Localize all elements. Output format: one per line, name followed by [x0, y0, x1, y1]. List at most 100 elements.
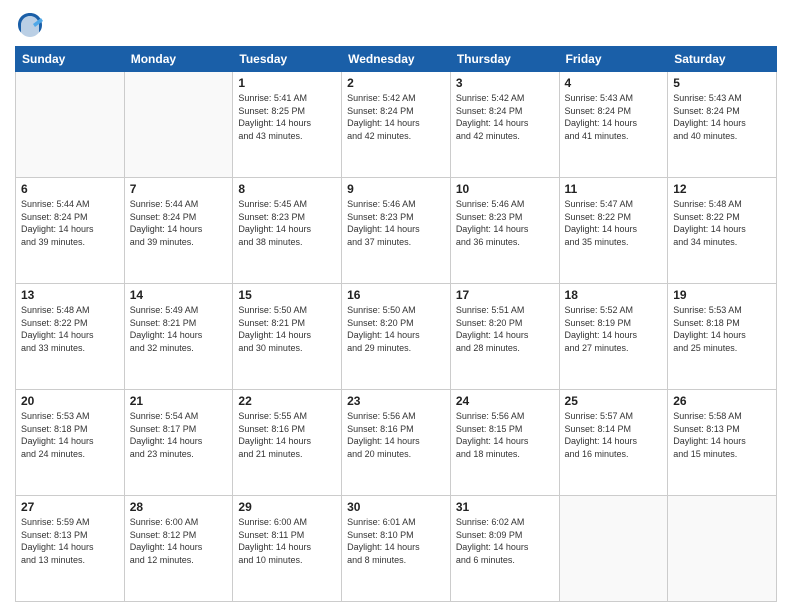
calendar-cell: 29Sunrise: 6:00 AM Sunset: 8:11 PM Dayli…: [233, 496, 342, 602]
calendar-cell: [124, 72, 233, 178]
calendar-cell: 11 Sunrise: 5:47 AM Sunset: 8:22 PM Dayli…: [559, 178, 668, 284]
day-number: 9: [347, 182, 445, 196]
calendar-cell: 2 Sunrise: 5:42 AM Sunset: 8:24 PM Daylig…: [342, 72, 451, 178]
day-number: 3: [456, 76, 554, 90]
day-number: 1: [238, 76, 336, 90]
day-number: 31: [456, 500, 554, 514]
day-info: Sunrise: 5:47 AM Sunset: 8:22 PM Dayligh…: [565, 198, 663, 248]
day-number: 19: [673, 288, 771, 302]
day-number: 18: [565, 288, 663, 302]
day-number: 22: [238, 394, 336, 408]
day-number: 26: [673, 394, 771, 408]
calendar-week-row: 6 Sunrise: 5:44 AM Sunset: 8:24 PM Daylig…: [16, 178, 777, 284]
calendar-cell: 24 Sunrise: 5:56 AM Sunset: 8:15 PM Dayli…: [450, 390, 559, 496]
day-number: 12: [673, 182, 771, 196]
day-info: Sunrise: 5:44 AM Sunset: 8:24 PM Dayligh…: [21, 198, 119, 248]
day-info: Sunrise: 5:59 AM Sunset: 8:13 PM Dayligh…: [21, 516, 119, 566]
day-info: Sunrise: 5:56 AM Sunset: 8:15 PM Dayligh…: [456, 410, 554, 460]
day-info: Sunrise: 5:42 AM Sunset: 8:24 PM Dayligh…: [456, 92, 554, 142]
day-number: 17: [456, 288, 554, 302]
day-number: 29: [238, 500, 336, 514]
calendar-week-row: 1 Sunrise: 5:41 AM Sunset: 8:25 PM Daylig…: [16, 72, 777, 178]
calendar-cell: 21Sunrise: 5:54 AM Sunset: 8:17 PM Dayli…: [124, 390, 233, 496]
calendar-cell: 28 Sunrise: 6:00 AM Sunset: 8:12 PM Dayli…: [124, 496, 233, 602]
calendar-cell: 10Sunrise: 5:46 AM Sunset: 8:23 PM Dayli…: [450, 178, 559, 284]
calendar-header-row: SundayMondayTuesdayWednesdayThursdayFrid…: [16, 47, 777, 72]
calendar-cell: 3 Sunrise: 5:42 AM Sunset: 8:24 PM Daylig…: [450, 72, 559, 178]
day-info: Sunrise: 5:50 AM Sunset: 8:20 PM Dayligh…: [347, 304, 445, 354]
day-info: Sunrise: 5:45 AM Sunset: 8:23 PM Dayligh…: [238, 198, 336, 248]
weekday-header: Thursday: [450, 47, 559, 72]
day-info: Sunrise: 5:49 AM Sunset: 8:21 PM Dayligh…: [130, 304, 228, 354]
day-number: 27: [21, 500, 119, 514]
logo: [15, 10, 49, 40]
day-number: 8: [238, 182, 336, 196]
day-number: 28: [130, 500, 228, 514]
day-info: Sunrise: 5:50 AM Sunset: 8:21 PM Dayligh…: [238, 304, 336, 354]
weekday-header: Wednesday: [342, 47, 451, 72]
calendar-cell: 18 Sunrise: 5:52 AM Sunset: 8:19 PM Dayli…: [559, 284, 668, 390]
day-number: 14: [130, 288, 228, 302]
calendar-cell: 4Sunrise: 5:43 AM Sunset: 8:24 PM Daylig…: [559, 72, 668, 178]
calendar-cell: 13 Sunrise: 5:48 AM Sunset: 8:22 PM Dayli…: [16, 284, 125, 390]
calendar-cell: 30 Sunrise: 6:01 AM Sunset: 8:10 PM Dayli…: [342, 496, 451, 602]
day-info: Sunrise: 5:51 AM Sunset: 8:20 PM Dayligh…: [456, 304, 554, 354]
day-number: 25: [565, 394, 663, 408]
day-info: Sunrise: 6:01 AM Sunset: 8:10 PM Dayligh…: [347, 516, 445, 566]
day-info: Sunrise: 6:02 AM Sunset: 8:09 PM Dayligh…: [456, 516, 554, 566]
day-number: 24: [456, 394, 554, 408]
day-number: 7: [130, 182, 228, 196]
calendar: SundayMondayTuesdayWednesdayThursdayFrid…: [15, 46, 777, 602]
calendar-cell: 17 Sunrise: 5:51 AM Sunset: 8:20 PM Dayli…: [450, 284, 559, 390]
calendar-cell: 6 Sunrise: 5:44 AM Sunset: 8:24 PM Daylig…: [16, 178, 125, 284]
day-info: Sunrise: 5:48 AM Sunset: 8:22 PM Dayligh…: [673, 198, 771, 248]
day-info: Sunrise: 6:00 AM Sunset: 8:12 PM Dayligh…: [130, 516, 228, 566]
weekday-header: Tuesday: [233, 47, 342, 72]
day-number: 13: [21, 288, 119, 302]
day-info: Sunrise: 5:43 AM Sunset: 8:24 PM Dayligh…: [565, 92, 663, 142]
day-info: Sunrise: 5:46 AM Sunset: 8:23 PM Dayligh…: [347, 198, 445, 248]
day-number: 16: [347, 288, 445, 302]
calendar-cell: [16, 72, 125, 178]
calendar-cell: 26 Sunrise: 5:58 AM Sunset: 8:13 PM Dayli…: [668, 390, 777, 496]
calendar-cell: 22 Sunrise: 5:55 AM Sunset: 8:16 PM Dayli…: [233, 390, 342, 496]
calendar-cell: 16 Sunrise: 5:50 AM Sunset: 8:20 PM Dayli…: [342, 284, 451, 390]
day-number: 20: [21, 394, 119, 408]
weekday-header: Saturday: [668, 47, 777, 72]
day-info: Sunrise: 5:41 AM Sunset: 8:25 PM Dayligh…: [238, 92, 336, 142]
calendar-cell: 7Sunrise: 5:44 AM Sunset: 8:24 PM Daylig…: [124, 178, 233, 284]
day-info: Sunrise: 5:55 AM Sunset: 8:16 PM Dayligh…: [238, 410, 336, 460]
day-info: Sunrise: 5:46 AM Sunset: 8:23 PM Dayligh…: [456, 198, 554, 248]
day-number: 15: [238, 288, 336, 302]
calendar-cell: 12 Sunrise: 5:48 AM Sunset: 8:22 PM Dayli…: [668, 178, 777, 284]
day-number: 21: [130, 394, 228, 408]
day-info: Sunrise: 5:58 AM Sunset: 8:13 PM Dayligh…: [673, 410, 771, 460]
calendar-cell: 15 Sunrise: 5:50 AM Sunset: 8:21 PM Dayli…: [233, 284, 342, 390]
day-number: 2: [347, 76, 445, 90]
day-number: 23: [347, 394, 445, 408]
weekday-header: Sunday: [16, 47, 125, 72]
calendar-week-row: 13 Sunrise: 5:48 AM Sunset: 8:22 PM Dayli…: [16, 284, 777, 390]
day-number: 6: [21, 182, 119, 196]
calendar-cell: 5Sunrise: 5:43 AM Sunset: 8:24 PM Daylig…: [668, 72, 777, 178]
day-number: 30: [347, 500, 445, 514]
calendar-cell: 1 Sunrise: 5:41 AM Sunset: 8:25 PM Daylig…: [233, 72, 342, 178]
day-info: Sunrise: 5:43 AM Sunset: 8:24 PM Dayligh…: [673, 92, 771, 142]
weekday-header: Friday: [559, 47, 668, 72]
day-number: 11: [565, 182, 663, 196]
day-info: Sunrise: 5:57 AM Sunset: 8:14 PM Dayligh…: [565, 410, 663, 460]
calendar-cell: 19 Sunrise: 5:53 AM Sunset: 8:18 PM Dayli…: [668, 284, 777, 390]
logo-icon: [15, 10, 45, 40]
weekday-header: Monday: [124, 47, 233, 72]
day-info: Sunrise: 5:53 AM Sunset: 8:18 PM Dayligh…: [21, 410, 119, 460]
day-info: Sunrise: 5:56 AM Sunset: 8:16 PM Dayligh…: [347, 410, 445, 460]
calendar-cell: [668, 496, 777, 602]
calendar-week-row: 27 Sunrise: 5:59 AM Sunset: 8:13 PM Dayli…: [16, 496, 777, 602]
day-info: Sunrise: 5:42 AM Sunset: 8:24 PM Dayligh…: [347, 92, 445, 142]
calendar-cell: 8 Sunrise: 5:45 AM Sunset: 8:23 PM Daylig…: [233, 178, 342, 284]
day-info: Sunrise: 5:48 AM Sunset: 8:22 PM Dayligh…: [21, 304, 119, 354]
calendar-cell: 9 Sunrise: 5:46 AM Sunset: 8:23 PM Daylig…: [342, 178, 451, 284]
calendar-cell: [559, 496, 668, 602]
day-info: Sunrise: 5:52 AM Sunset: 8:19 PM Dayligh…: [565, 304, 663, 354]
day-info: Sunrise: 5:53 AM Sunset: 8:18 PM Dayligh…: [673, 304, 771, 354]
